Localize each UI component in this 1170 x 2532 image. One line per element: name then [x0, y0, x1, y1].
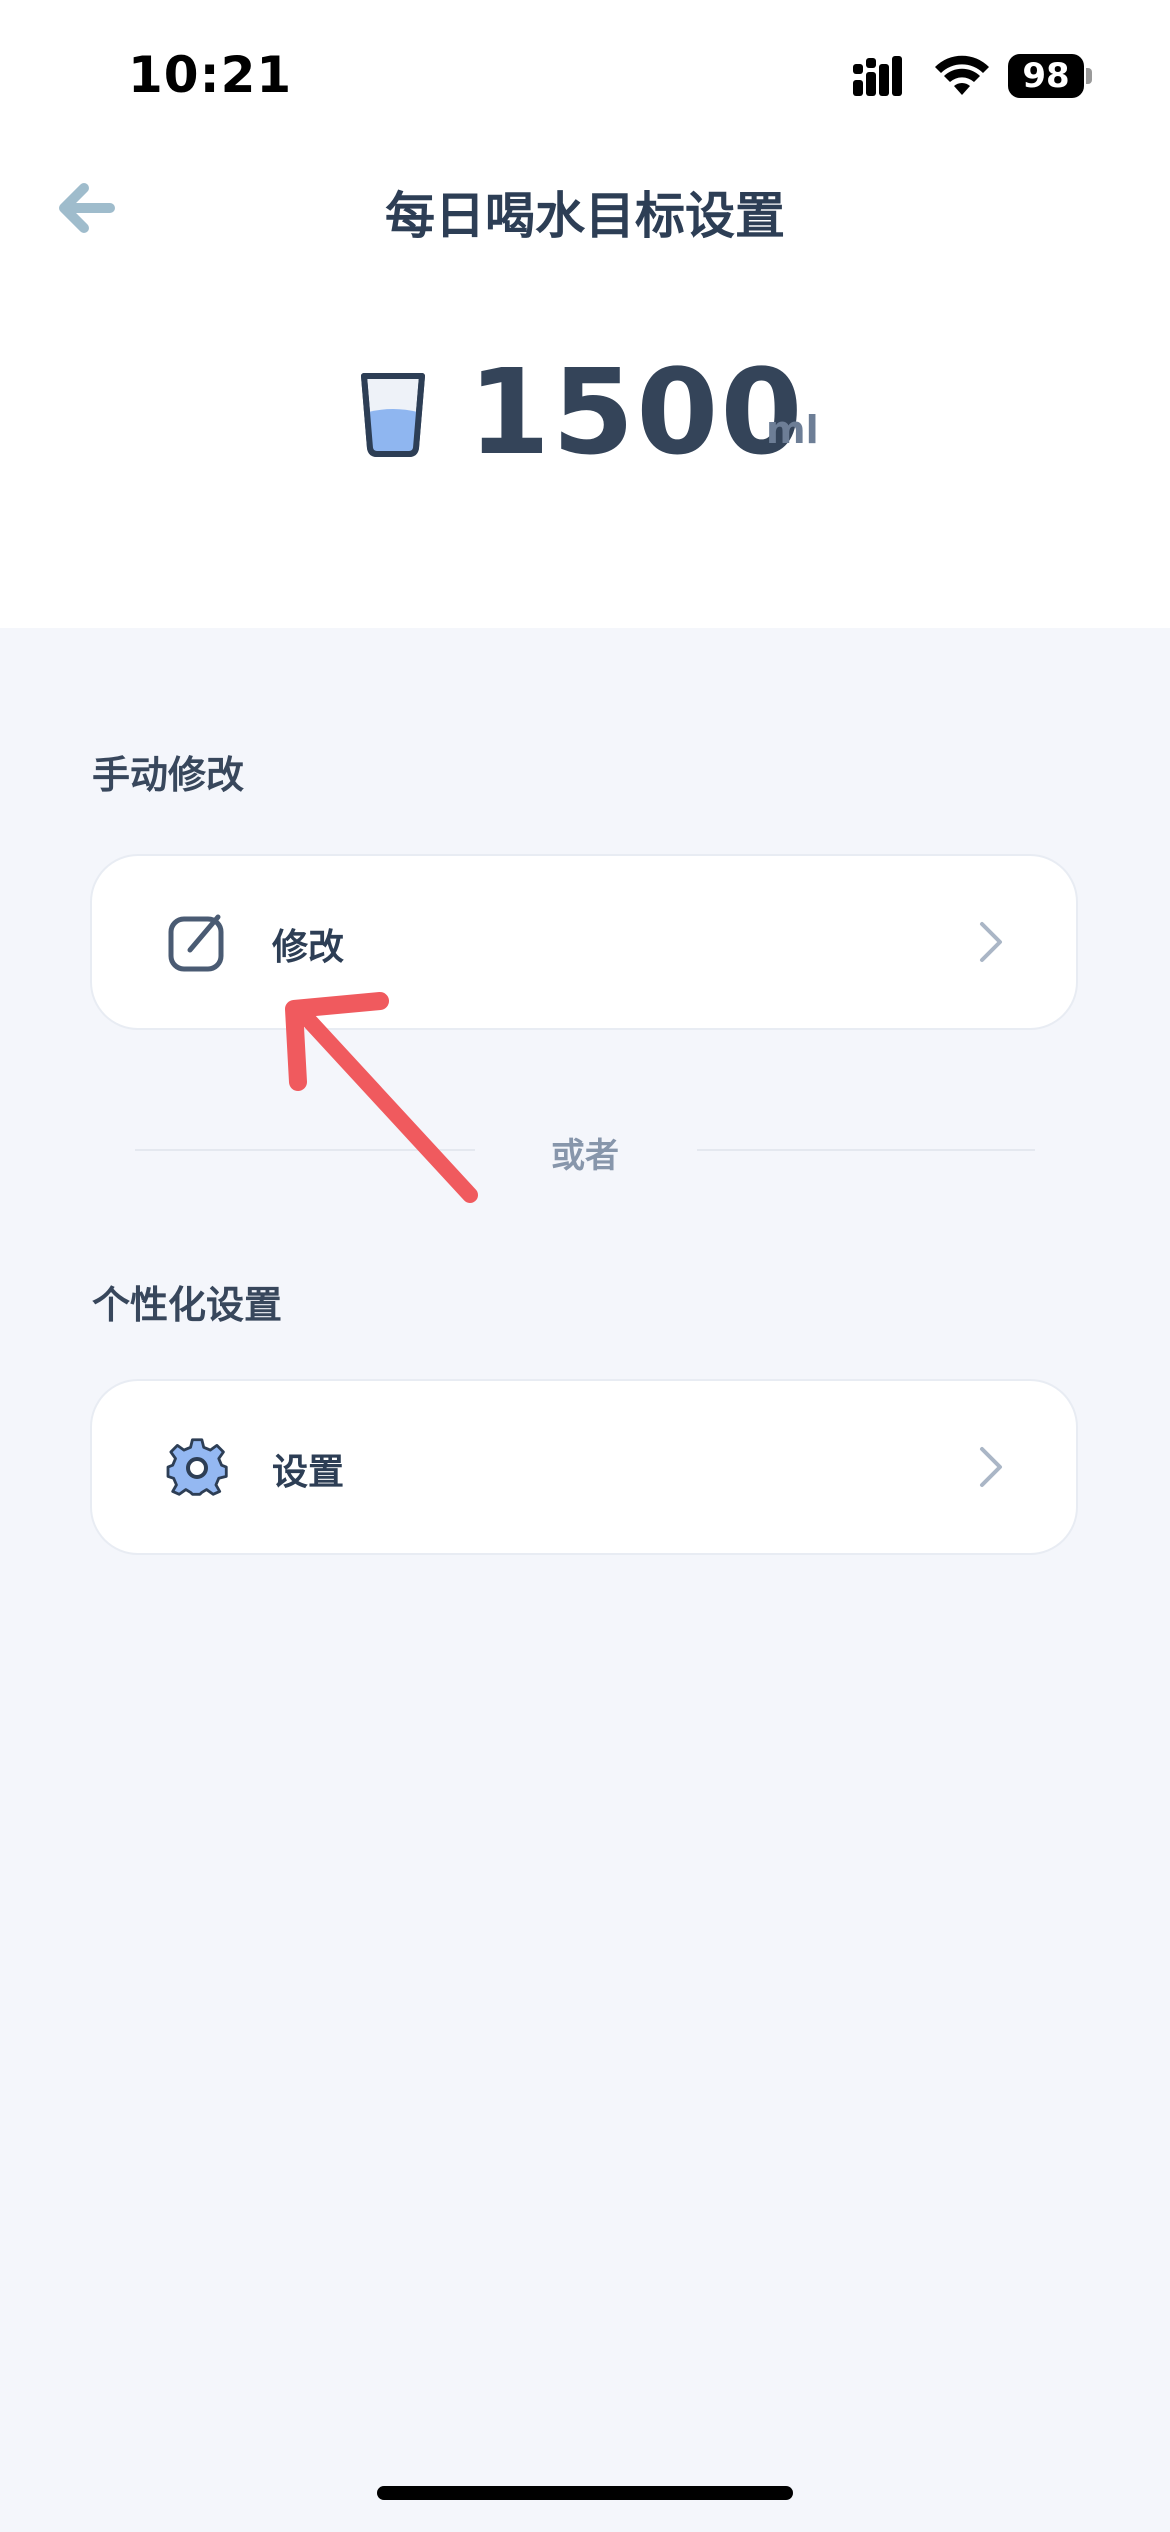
gear-icon: [166, 1438, 228, 1496]
manual-section-title: 手动修改: [92, 753, 245, 797]
wifi-icon: [935, 55, 989, 95]
goal-unit: ml: [766, 408, 819, 452]
personal-settings-card[interactable]: 设置: [92, 1381, 1076, 1553]
annotation-arrow: [285, 992, 478, 1203]
personal-section-title: 个性化设置: [92, 1283, 283, 1327]
goal-value: 1500: [468, 343, 805, 481]
settings-label: 设置: [272, 1452, 345, 1493]
edit-icon: [168, 914, 224, 972]
status-time: 10:21: [128, 46, 293, 104]
chevron-right-icon: [980, 1447, 1002, 1487]
home-indicator[interactable]: [377, 2486, 793, 2500]
water-cup-icon: [361, 373, 425, 457]
edit-goal-card[interactable]: 修改: [92, 856, 1076, 1028]
page-title: 每日喝水目标设置: [385, 187, 785, 245]
battery-indicator: 98: [1008, 54, 1084, 98]
battery-tip: [1086, 68, 1092, 84]
divider-or-text: 或者: [551, 1136, 619, 1176]
edit-label: 修改: [272, 927, 345, 968]
signal-icon: [853, 56, 902, 96]
chevron-right-icon: [980, 922, 1002, 962]
divider-line-right: [697, 1149, 1035, 1151]
